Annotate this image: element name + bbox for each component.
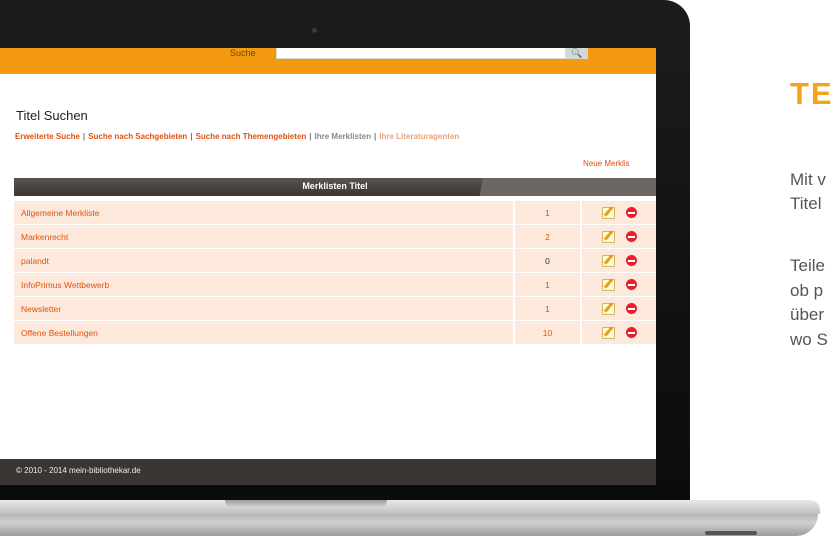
list-count: 10 xyxy=(542,328,553,338)
search-input[interactable] xyxy=(276,48,566,59)
table-header: Merklisten Titel xyxy=(14,178,656,196)
red-minus-delete-icon[interactable] xyxy=(626,255,637,266)
side-heading: TE xyxy=(790,76,834,111)
side-text-line: ob p xyxy=(790,281,824,300)
pencil-edit-icon[interactable] xyxy=(602,255,615,267)
list-name-link[interactable]: Offene Bestellungen xyxy=(21,328,98,338)
list-count: 1 xyxy=(545,304,550,314)
camera-dot xyxy=(312,28,317,33)
search-label: Suche xyxy=(230,48,256,58)
nav-erweiterte-suche[interactable]: Erweiterte Suche xyxy=(15,132,80,141)
table-row: Offene Bestellungen 10 xyxy=(14,321,656,345)
sub-navigation: Erweiterte Suche | Suche nach Sachgebieten… xyxy=(15,132,459,141)
pencil-edit-icon[interactable] xyxy=(602,327,615,339)
table-header-label: Merklisten Titel xyxy=(302,181,368,191)
nav-separator: | xyxy=(373,132,377,141)
side-text-line: über xyxy=(790,305,825,324)
list-name-link[interactable]: palandt xyxy=(21,256,49,266)
list-name-link[interactable]: Allgemeine Merkliste xyxy=(21,208,99,218)
red-minus-delete-icon[interactable] xyxy=(626,327,637,338)
red-minus-delete-icon[interactable] xyxy=(626,207,637,218)
magnifier-icon: 🔍 xyxy=(571,48,583,58)
side-text-line: Titel xyxy=(790,194,822,213)
list-count: 0 xyxy=(545,256,550,266)
pencil-edit-icon[interactable] xyxy=(602,279,615,291)
table-row: Markenrecht 2 xyxy=(14,225,656,249)
laptop-base-detail xyxy=(705,531,757,535)
red-minus-delete-icon[interactable] xyxy=(626,303,637,314)
laptop-lid: Suche 🔍 Titel Suchen Erweiterte Suche | Su… xyxy=(0,0,690,500)
nav-separator: | xyxy=(309,132,312,141)
list-count: 2 xyxy=(545,232,550,242)
list-name-link[interactable]: InfoPrimus Wettbewerb xyxy=(21,280,109,290)
list-name-link[interactable]: Markenrecht xyxy=(21,232,68,242)
red-minus-delete-icon[interactable] xyxy=(626,231,637,242)
nav-literaturagenten[interactable]: Ihre Literaturagenten xyxy=(379,132,459,141)
page-title: Titel Suchen xyxy=(16,108,88,123)
nav-themengebiete[interactable]: Suche nach Themengebieten xyxy=(196,132,307,141)
nav-separator: | xyxy=(190,132,193,141)
list-count: 1 xyxy=(545,208,550,218)
table-row: Newsletter 1 xyxy=(14,297,656,321)
laptop-notch xyxy=(225,500,387,508)
laptop-base xyxy=(0,500,837,558)
table-row: palandt 0 xyxy=(14,249,656,273)
top-bar: Suche 🔍 xyxy=(0,48,656,74)
pencil-edit-icon[interactable] xyxy=(602,207,615,219)
list-name-link[interactable]: Newsletter xyxy=(21,304,61,314)
footer: © 2010 - 2014 mein-bibliothekar.de xyxy=(0,459,656,485)
list-count: 1 xyxy=(545,280,550,290)
pencil-edit-icon[interactable] xyxy=(602,231,615,243)
footer-copyright: © 2010 - 2014 mein-bibliothekar.de xyxy=(16,466,141,475)
side-text-line: Mit v xyxy=(790,170,826,189)
nav-merklisten[interactable]: Ihre Merklisten xyxy=(315,132,371,141)
table-row: InfoPrimus Wettbewerb 1 xyxy=(14,273,656,297)
new-list-link[interactable]: Neue Merklis xyxy=(583,159,630,168)
search-button[interactable]: 🔍 xyxy=(566,48,588,59)
nav-sachgebiete[interactable]: Suche nach Sachgebieten xyxy=(88,132,187,141)
table-row: Allgemeine Merkliste 1 xyxy=(14,201,656,225)
nav-separator: | xyxy=(82,132,86,141)
app-screen: Suche 🔍 Titel Suchen Erweiterte Suche | Su… xyxy=(0,48,656,485)
side-text-line: Teile xyxy=(790,256,825,275)
side-text-line: wo S xyxy=(790,330,828,349)
pencil-edit-icon[interactable] xyxy=(602,303,615,315)
red-minus-delete-icon[interactable] xyxy=(626,279,637,290)
